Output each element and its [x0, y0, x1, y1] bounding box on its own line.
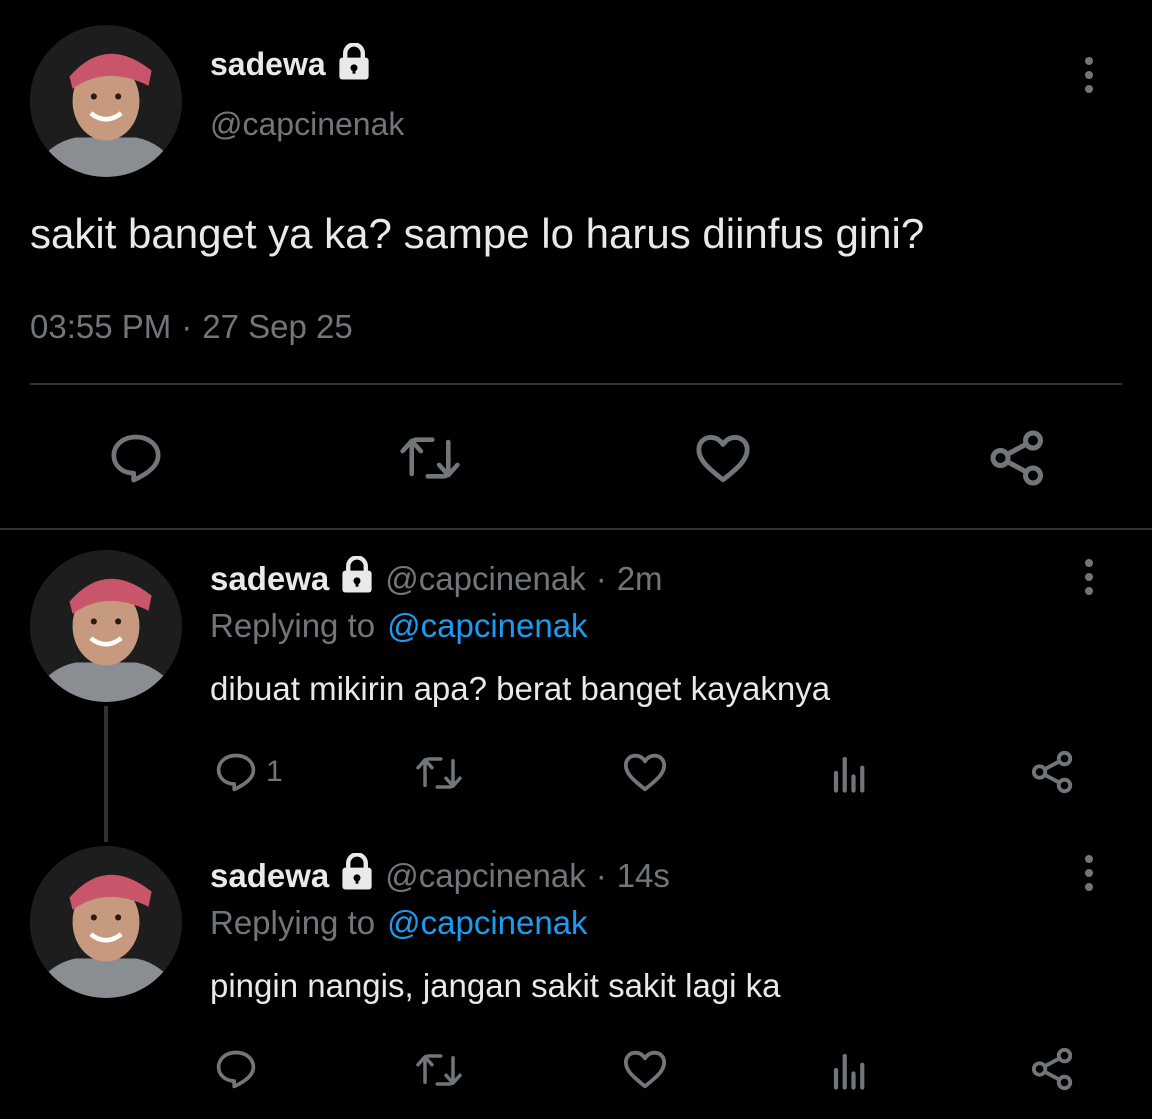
replying-to-link[interactable]: @capcinenak: [387, 607, 587, 645]
analytics-icon[interactable]: [828, 752, 872, 794]
more-options-icon[interactable]: [1080, 853, 1098, 893]
reply-text: dibuat mikirin apa? berat banget kayakny…: [210, 670, 831, 707]
tweet-text: sakit banget ya ka? sampe lo harus diinf…: [30, 210, 925, 257]
reply-icon[interactable]: [108, 430, 164, 486]
avatar[interactable]: [30, 550, 182, 702]
avatar[interactable]: [30, 846, 182, 998]
reply-header: sadewa @capcinenak · 2m: [210, 555, 663, 602]
tweet-timestamp: 03:55 PM · 27 Sep 25: [30, 308, 353, 346]
retweet-icon[interactable]: [398, 430, 462, 486]
handle[interactable]: @capcinenak: [385, 560, 585, 598]
retweet-icon[interactable]: [414, 752, 464, 794]
like-icon[interactable]: [622, 750, 668, 794]
lock-icon: [339, 555, 375, 602]
handle[interactable]: @capcinenak: [385, 857, 585, 895]
reply-header: sadewa @capcinenak · 14s: [210, 852, 670, 899]
reply-icon: [214, 750, 258, 794]
lock-icon: [339, 852, 375, 899]
reply-age[interactable]: 2m: [617, 560, 663, 598]
share-icon[interactable]: [1030, 1046, 1076, 1092]
dot-separator: ·: [181, 308, 193, 345]
more-options-icon[interactable]: [1080, 557, 1098, 597]
replying-to-label: Replying to: [210, 607, 376, 644]
display-name[interactable]: sadewa: [210, 560, 329, 598]
dot-separator: ·: [595, 857, 607, 894]
dot-separator: ·: [595, 560, 607, 597]
more-options-icon[interactable]: [1080, 55, 1098, 95]
analytics-icon[interactable]: [828, 1049, 872, 1091]
reply-count: 1: [266, 755, 283, 788]
author-name-row: sadewa: [210, 41, 372, 86]
share-icon[interactable]: [1030, 749, 1076, 795]
handle[interactable]: @capcinenak: [210, 106, 404, 143]
reply-button[interactable]: [214, 1047, 266, 1091]
reply-icon: [214, 1047, 258, 1091]
divider: [30, 383, 1122, 385]
retweet-icon[interactable]: [414, 1049, 464, 1091]
like-icon[interactable]: [622, 1047, 668, 1091]
replying-to-label: Replying to: [210, 904, 376, 941]
replying-to-link[interactable]: @capcinenak: [387, 904, 587, 942]
reply-text: pingin nangis, jangan sakit sakit lagi k…: [210, 967, 781, 1004]
replying-to-line: Replying to @capcinenak: [210, 607, 588, 645]
reply-age[interactable]: 14s: [617, 857, 670, 895]
share-icon[interactable]: [988, 428, 1048, 488]
thread-connector: [104, 706, 108, 842]
display-name[interactable]: sadewa: [210, 857, 329, 895]
like-icon[interactable]: [694, 430, 752, 486]
avatar[interactable]: [30, 25, 182, 177]
reply-button[interactable]: 1: [214, 750, 283, 794]
display-name[interactable]: sadewa: [210, 46, 326, 83]
profile-photo: [30, 550, 182, 702]
lock-icon: [336, 41, 372, 86]
profile-photo: [30, 25, 182, 177]
time[interactable]: 03:55 PM: [30, 308, 171, 346]
replying-to-line: Replying to @capcinenak: [210, 904, 588, 942]
date[interactable]: 27 Sep 25: [202, 308, 352, 346]
profile-photo: [30, 846, 182, 998]
section-divider: [0, 528, 1152, 530]
